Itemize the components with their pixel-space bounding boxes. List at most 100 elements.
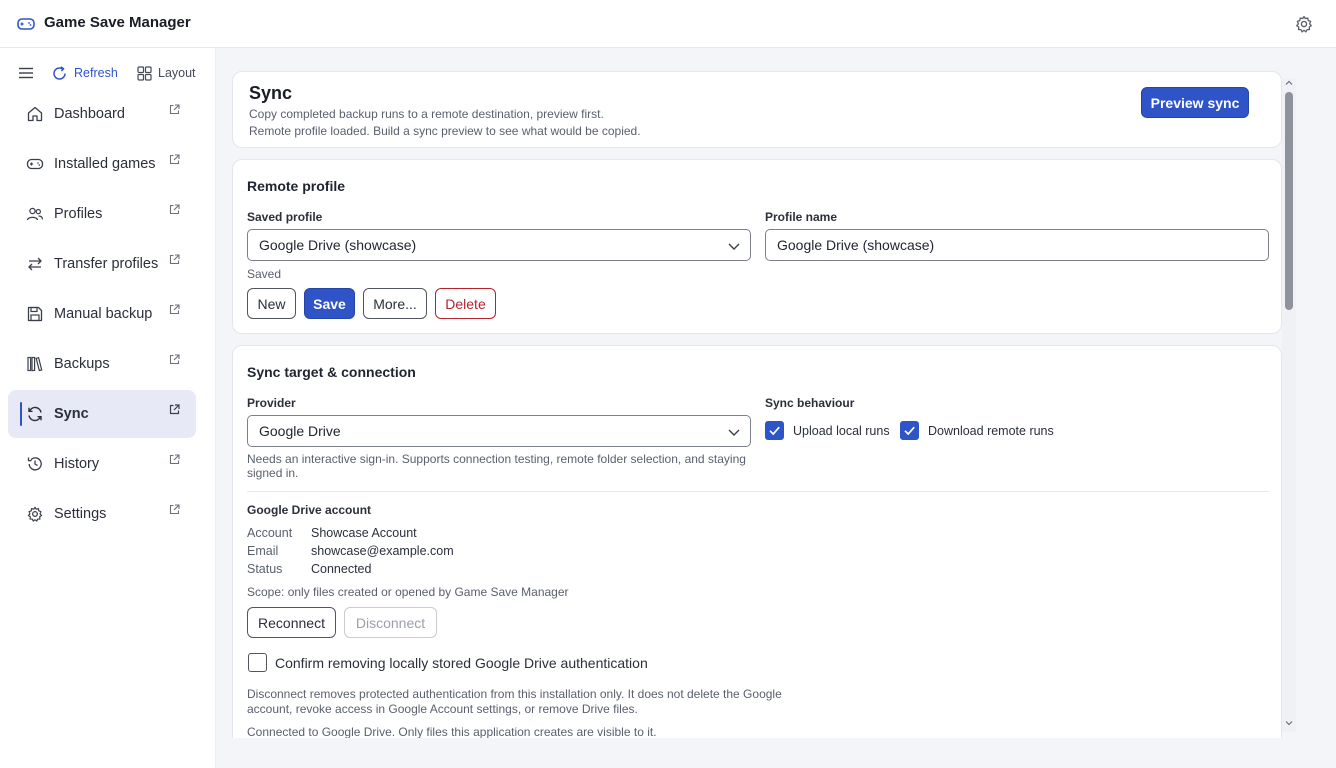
email-key: Email	[247, 544, 279, 558]
provider-select[interactable]: Google Drive	[247, 415, 751, 447]
sidebar-item-settings[interactable]: Settings	[8, 490, 196, 538]
save-profile-button[interactable]: Save	[304, 288, 355, 319]
sidebar-item-transfer-profiles[interactable]: Transfer profiles	[8, 240, 196, 288]
sidebar-item-sync[interactable]: Sync	[8, 390, 196, 438]
sidebar-item-label: Settings	[54, 506, 107, 522]
sync-behaviour-label: Sync behaviour	[765, 396, 855, 410]
refresh-icon	[53, 65, 66, 80]
delete-profile-button[interactable]: Delete	[435, 288, 496, 319]
checkmark-icon	[769, 426, 780, 436]
app-title: Game Save Manager	[44, 14, 191, 31]
page-subtitle: Copy completed backup runs to a remote d…	[249, 107, 604, 121]
chevron-down-icon	[728, 429, 740, 436]
provider-value: Google Drive	[259, 423, 341, 439]
main-scrollbar[interactable]	[1282, 78, 1296, 732]
sidebar-item-label: Profiles	[54, 206, 103, 222]
sidebar-item-label: Installed games	[54, 156, 156, 172]
external-link-icon[interactable]	[169, 304, 180, 315]
saved-profile-value: Google Drive (showcase)	[259, 237, 417, 253]
profile-name-input[interactable]	[765, 229, 1269, 261]
confirm-remove-auth-checkbox[interactable]	[248, 653, 267, 672]
scroll-up-arrow-icon[interactable]	[1284, 78, 1294, 88]
transfer-icon	[28, 257, 42, 271]
more-options-button[interactable]: More...	[363, 288, 427, 319]
gamepad-icon	[17, 18, 35, 30]
sidebar-item-label: Manual backup	[54, 306, 153, 322]
reconnect-button[interactable]: Reconnect	[247, 607, 336, 638]
account-value: Showcase Account	[311, 526, 417, 540]
refresh-button[interactable]: Refresh	[51, 62, 118, 84]
external-link-icon[interactable]	[169, 104, 180, 115]
scrollbar-thumb[interactable]	[1285, 92, 1293, 310]
disconnect-note: Disconnect removes protected authenticat…	[247, 687, 782, 716]
refresh-label: Refresh	[74, 66, 118, 80]
library-icon	[27, 356, 43, 372]
new-profile-button[interactable]: New	[247, 288, 296, 319]
sidebar-item-manual-backup[interactable]: Manual backup	[8, 290, 196, 338]
users-icon	[26, 207, 44, 221]
external-link-icon[interactable]	[169, 154, 180, 165]
section-title: Remote profile	[247, 178, 346, 194]
scroll-down-arrow-icon[interactable]	[1284, 718, 1294, 728]
upload-local-runs-checkbox[interactable]	[765, 421, 784, 440]
download-remote-runs-checkbox[interactable]	[900, 421, 919, 440]
disconnect-button[interactable]: Disconnect	[344, 607, 437, 638]
saved-state-text: Saved	[247, 267, 282, 281]
scope-text: Scope: only files created or opened by G…	[247, 585, 569, 599]
external-link-icon[interactable]	[169, 404, 180, 415]
sidebar-nav: Dashboard Installed games Profiles Trans…	[8, 90, 196, 540]
gamepad-icon	[26, 158, 44, 170]
sidebar-item-label: History	[54, 456, 100, 472]
layout-grid-icon	[137, 65, 152, 81]
external-link-icon[interactable]	[169, 204, 180, 215]
preview-sync-button[interactable]: Preview sync	[1141, 87, 1249, 118]
layout-button[interactable]: Layout	[137, 62, 196, 84]
sync-icon	[28, 406, 42, 422]
connected-note: Connected to Google Drive. Only files th…	[247, 725, 657, 738]
external-link-icon[interactable]	[169, 504, 180, 515]
confirm-remove-auth-label[interactable]: Confirm removing locally stored Google D…	[275, 655, 648, 671]
history-icon	[27, 457, 42, 471]
sync-page-scroll[interactable]: Sync Copy completed backup runs to a rem…	[232, 70, 1284, 738]
sidebar-item-backups[interactable]: Backups	[8, 340, 196, 388]
sidebar-item-label: Sync	[54, 406, 89, 422]
sidebar-toolbar: Refresh Layout	[0, 62, 216, 84]
save-icon	[27, 306, 43, 322]
gear-icon[interactable]	[1294, 14, 1314, 34]
section-title: Sync target & connection	[247, 364, 416, 380]
external-link-icon[interactable]	[169, 354, 180, 365]
home-icon	[27, 106, 43, 122]
sidebar-item-history[interactable]: History	[8, 440, 196, 488]
status-value: Connected	[311, 562, 372, 576]
page-title: Sync	[249, 83, 293, 103]
external-link-icon[interactable]	[169, 454, 180, 465]
checkmark-icon	[904, 426, 915, 436]
sidebar-item-label: Transfer profiles	[54, 256, 159, 272]
remote-profile-card: Remote profile Saved profile Google Driv…	[232, 159, 1282, 334]
hamburger-menu-icon[interactable]	[18, 65, 34, 81]
sidebar-item-profiles[interactable]: Profiles	[8, 190, 196, 238]
gear-icon	[27, 506, 43, 522]
sidebar-item-label: Backups	[54, 356, 110, 372]
sidebar-item-dashboard[interactable]: Dashboard	[8, 90, 196, 138]
sidebar-item-label: Dashboard	[54, 106, 125, 122]
saved-profile-label: Saved profile	[247, 210, 323, 224]
account-section-title: Google Drive account	[247, 503, 372, 517]
sidebar-item-installed-games[interactable]: Installed games	[8, 140, 196, 188]
upload-local-runs-label[interactable]: Upload local runs	[793, 424, 890, 438]
sidebar: Refresh Layout Dashboard Installed games…	[0, 48, 216, 768]
download-remote-runs-label[interactable]: Download remote runs	[928, 424, 1054, 438]
sync-header-card: Sync Copy completed backup runs to a rem…	[232, 71, 1282, 148]
saved-profile-select[interactable]: Google Drive (showcase)	[247, 229, 751, 261]
provider-label: Provider	[247, 396, 296, 410]
layout-label: Layout	[158, 66, 196, 80]
email-value: showcase@example.com	[311, 544, 454, 558]
chevron-down-icon	[728, 243, 740, 250]
main-content: Sync Copy completed backup runs to a rem…	[216, 48, 1336, 768]
status-key: Status	[247, 562, 283, 576]
divider	[247, 491, 1269, 492]
account-key: Account	[247, 526, 293, 540]
title-bar: Game Save Manager	[0, 0, 1336, 48]
external-link-icon[interactable]	[169, 254, 180, 265]
sync-target-card: Sync target & connection Provider Google…	[232, 345, 1282, 738]
